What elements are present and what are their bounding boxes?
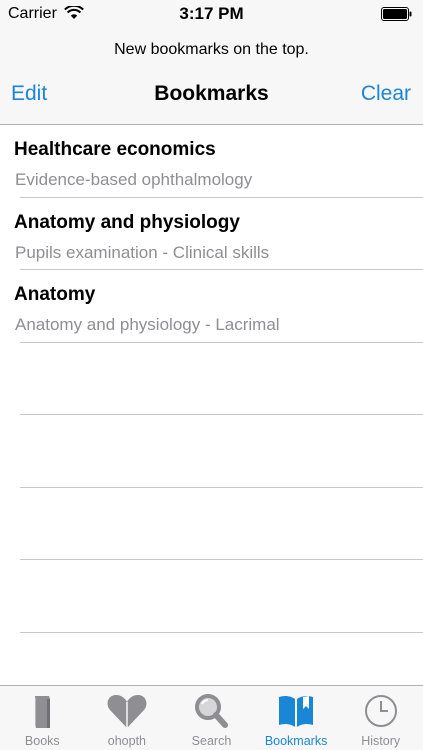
- bookmark-row[interactable]: Anatomy Anatomy and physiology - Lacrima…: [0, 270, 423, 343]
- book-icon: [35, 696, 51, 728]
- clear-button[interactable]: Clear: [361, 82, 411, 106]
- bookmark-subtitle: Evidence-based ophthalmology: [15, 170, 253, 189]
- tab-label: Books: [24, 734, 60, 748]
- bookmarks-icon: [279, 695, 314, 727]
- clock-icon: [364, 695, 397, 727]
- bookmark-list: Healthcare economics Evidence-based opht…: [0, 125, 423, 685]
- bookmark-title: Healthcare economics: [14, 139, 216, 160]
- bookmarks-hint: New bookmarks on the top.: [114, 41, 309, 58]
- bookmark-subtitle: Pupils examination - Clinical skills: [15, 242, 270, 262]
- navigation-header: New bookmarks on the top. Edit Bookmarks…: [0, 28, 423, 125]
- bookmark-title: Anatomy: [14, 284, 96, 305]
- bookmark-row[interactable]: Healthcare economics Evidence-based opht…: [0, 125, 423, 198]
- heart-icon: [107, 695, 147, 728]
- bookmark-row[interactable]: Anatomy and physiology Pupils examinatio…: [0, 198, 423, 271]
- tab-ohopth[interactable]: ohopth: [85, 686, 170, 750]
- status-time: 3:17 PM: [179, 4, 244, 23]
- status-bar: Carrier 3:17 PM: [0, 0, 423, 28]
- tab-books[interactable]: Books: [0, 686, 85, 750]
- bookmarks-screen: Carrier 3:17 PM New bookmarks on the top…: [0, 0, 423, 750]
- battery-icon: [381, 7, 412, 21]
- tab-bar: Books ohopth Search Bookmarks History: [0, 685, 423, 750]
- tab-bookmarks[interactable]: Bookmarks: [254, 686, 339, 750]
- tab-history[interactable]: History: [338, 686, 423, 750]
- empty-row: [0, 415, 423, 488]
- empty-row: [0, 560, 423, 633]
- tab-search[interactable]: Search: [169, 686, 254, 750]
- empty-row: [0, 488, 423, 561]
- edit-button[interactable]: Edit: [11, 82, 47, 106]
- bookmark-subtitle: Anatomy and physiology - Lacrimal: [15, 315, 280, 334]
- page-title: Bookmarks: [154, 82, 269, 105]
- search-icon: [195, 694, 229, 728]
- empty-row: [0, 343, 423, 416]
- tab-label: Search: [191, 734, 232, 748]
- tab-label: ohopth: [107, 734, 146, 748]
- tab-label: Bookmarks: [264, 734, 328, 748]
- bookmark-title: Anatomy and physiology: [14, 211, 240, 233]
- tab-label: History: [361, 734, 401, 748]
